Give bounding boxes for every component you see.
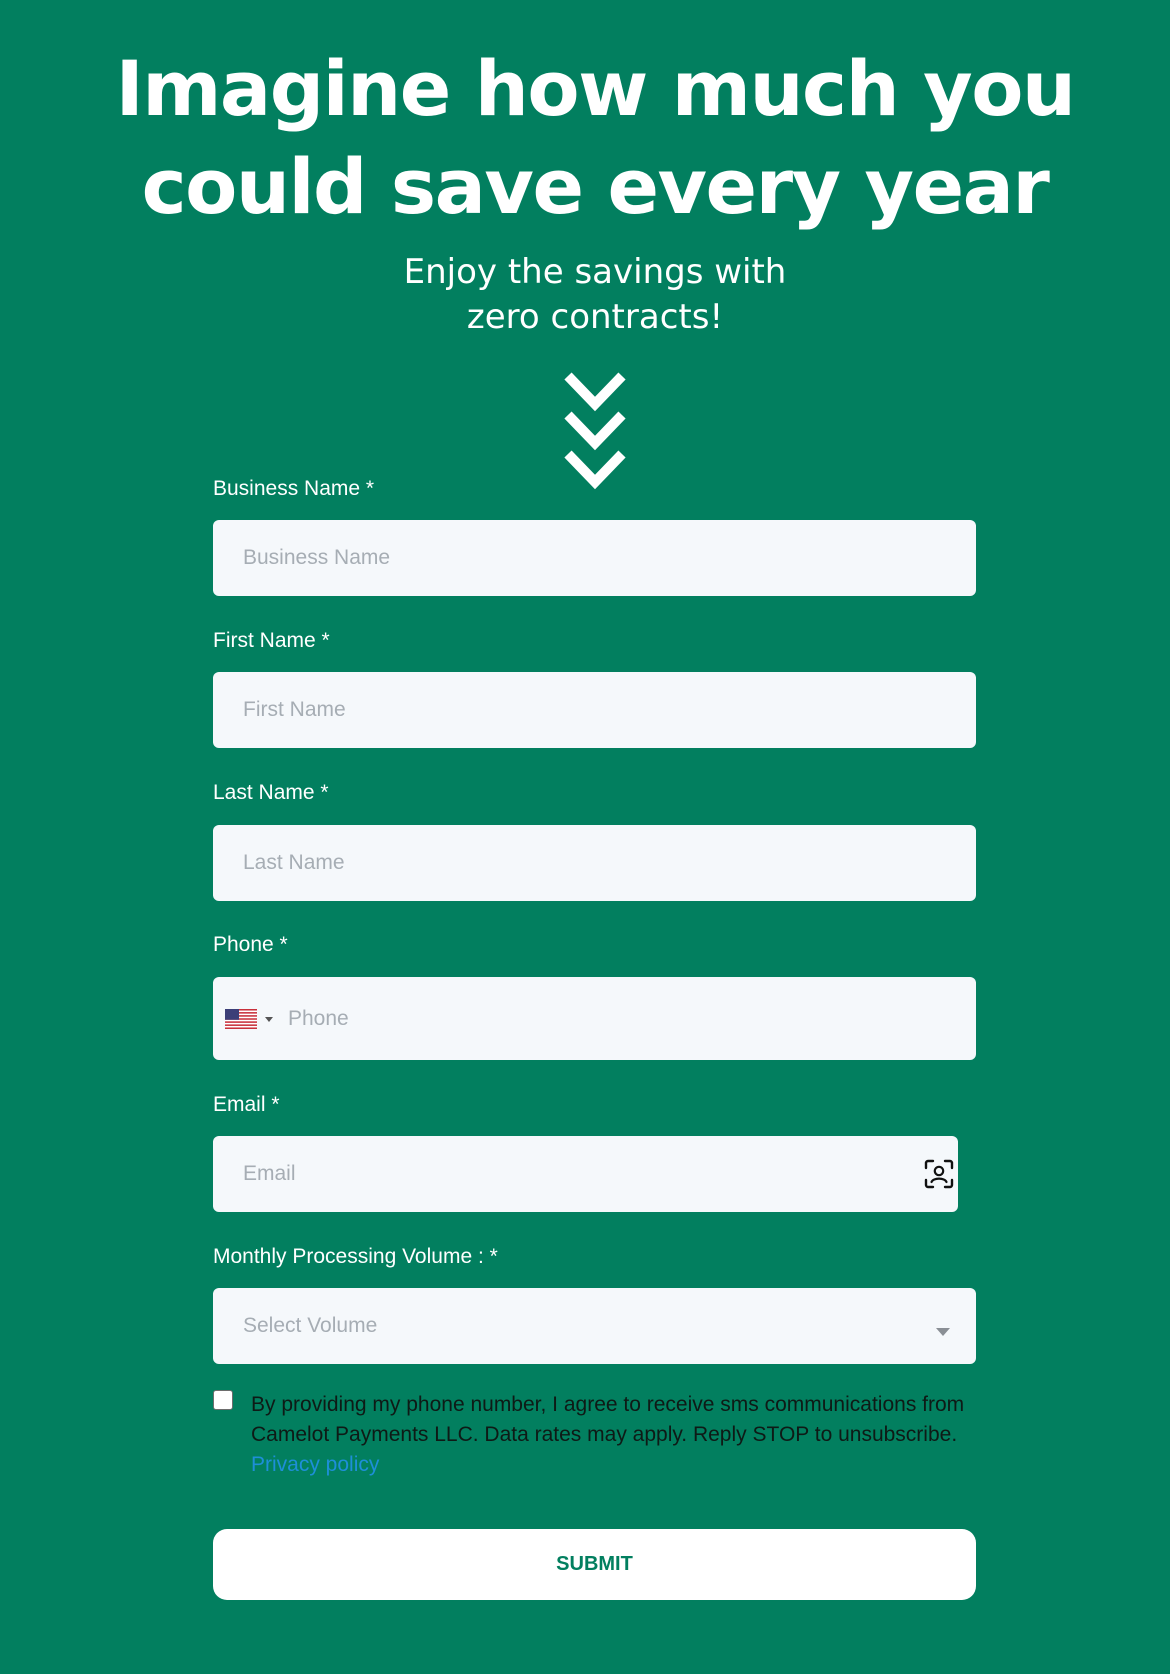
sms-consent-text: By providing my phone number, I agree to… — [251, 1393, 965, 1446]
volume-select[interactable]: Select Volume — [213, 1288, 976, 1364]
phone-input[interactable] — [213, 977, 976, 1060]
chevron-down-icon — [936, 1328, 950, 1336]
first-name-label: First Name * — [213, 629, 330, 652]
sms-consent-checkbox[interactable] — [213, 1390, 233, 1410]
email-input[interactable] — [213, 1136, 958, 1212]
us-flag-icon — [225, 1009, 257, 1029]
subheadline-line-2: zero contracts! — [466, 297, 724, 337]
subheadline-line-1: Enjoy the savings with — [403, 252, 787, 292]
page-subheadline: Enjoy the savings with zero contracts! — [0, 250, 1170, 340]
contact-card-icon[interactable] — [924, 1159, 954, 1189]
business-name-input[interactable] — [213, 520, 976, 596]
business-name-label: Business Name * — [213, 477, 375, 500]
phone-label: Phone * — [213, 933, 288, 956]
email-label: Email * — [213, 1093, 280, 1116]
last-name-field-box — [213, 825, 976, 901]
first-name-input[interactable] — [213, 672, 976, 748]
business-name-field-box — [213, 520, 976, 596]
page-headline: Imagine how much you could save every ye… — [0, 40, 1170, 236]
first-name-field-box — [213, 672, 976, 748]
sms-consent-text-block: By providing my phone number, I agree to… — [251, 1390, 976, 1480]
volume-selected-value: Select Volume — [243, 1314, 378, 1337]
country-code-selector[interactable] — [225, 1009, 277, 1029]
privacy-policy-link[interactable]: Privacy policy — [251, 1450, 976, 1480]
email-field-box — [213, 1136, 958, 1212]
headline-line-2: could save every year — [141, 142, 1050, 231]
phone-field-box — [213, 977, 976, 1060]
submit-button[interactable]: SUBMIT — [213, 1529, 976, 1600]
triple-chevron-down-icon — [564, 372, 626, 490]
headline-line-1: Imagine how much you — [115, 44, 1076, 133]
last-name-input[interactable] — [213, 825, 976, 901]
volume-label: Monthly Processing Volume : * — [213, 1245, 498, 1268]
country-dropdown-caret-icon — [265, 1017, 273, 1022]
last-name-label: Last Name * — [213, 781, 329, 804]
